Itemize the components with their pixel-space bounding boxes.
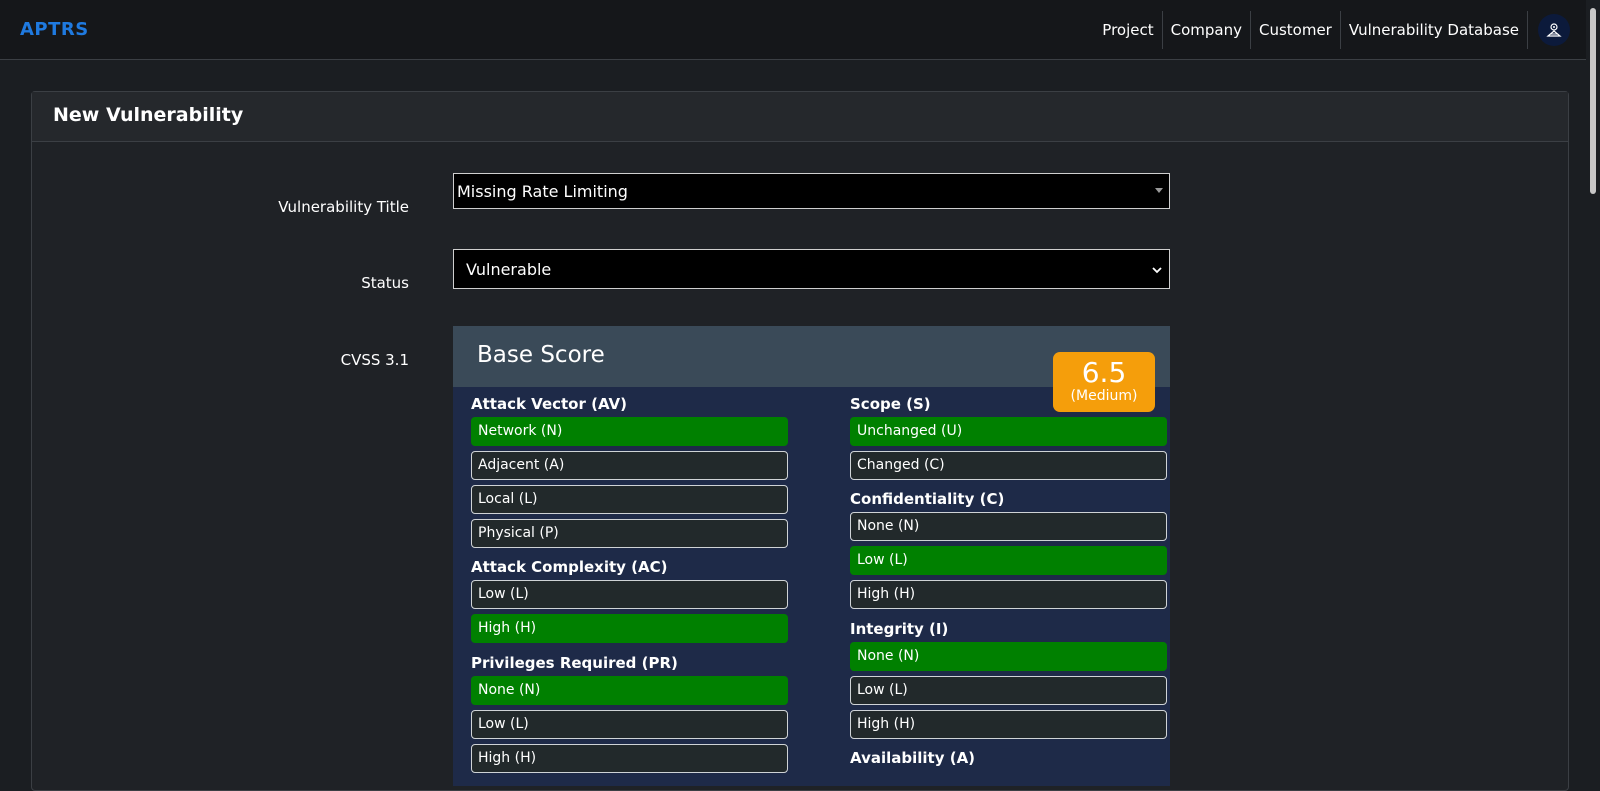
confidentiality-title: Confidentiality (C): [850, 490, 1005, 508]
c-option-low[interactable]: Low (L): [850, 546, 1167, 575]
integrity-title: Integrity (I): [850, 620, 949, 638]
brand-logo[interactable]: APTRS: [20, 19, 89, 40]
ac-option-high[interactable]: High (H): [471, 614, 788, 643]
top-navbar: APTRS Project Company Customer Vulnerabi…: [0, 0, 1586, 60]
scope-option-changed[interactable]: Changed (C): [850, 451, 1167, 480]
av-option-local[interactable]: Local (L): [471, 485, 788, 514]
attack-vector-title: Attack Vector (AV): [471, 395, 628, 413]
nav-item-vulnerability-database[interactable]: Vulnerability Database: [1341, 11, 1528, 49]
status-value: Vulnerable: [466, 260, 552, 279]
scope-option-unchanged[interactable]: Unchanged (U): [850, 417, 1167, 446]
user-avatar-icon[interactable]: [1538, 14, 1570, 46]
user-logo-icon: [1546, 23, 1562, 37]
dropdown-caret-icon: [1155, 188, 1163, 193]
score-value: 6.5: [1081, 356, 1127, 389]
nav-menu: Project Company Customer Vulnerability D…: [1094, 11, 1586, 49]
availability-title: Availability (A): [850, 749, 976, 767]
i-option-high[interactable]: High (H): [850, 710, 1167, 739]
page-scrollbar[interactable]: [1586, 0, 1600, 779]
nav-item-company[interactable]: Company: [1163, 11, 1251, 49]
score-badge: 6.5 (Medium): [1053, 352, 1155, 412]
cvss-calculator: Base Score 6.5 (Medium) Attack Vector (A…: [453, 326, 1170, 786]
score-severity: (Medium): [1070, 388, 1138, 404]
ac-option-low[interactable]: Low (L): [471, 580, 788, 609]
attack-complexity-title: Attack Complexity (AC): [471, 558, 668, 576]
vulnerability-title-select[interactable]: Missing Rate Limiting: [453, 173, 1170, 209]
scope-title: Scope (S): [850, 395, 931, 413]
card-title: New Vulnerability: [32, 92, 1568, 142]
scrollbar-thumb[interactable]: [1590, 8, 1596, 194]
privileges-required-title: Privileges Required (PR): [471, 654, 678, 672]
c-option-none[interactable]: None (N): [850, 512, 1167, 541]
status-select[interactable]: Vulnerable: [453, 249, 1170, 289]
cvss-label: CVSS 3.1: [340, 351, 409, 369]
i-option-low[interactable]: Low (L): [850, 676, 1167, 705]
vulnerability-title-value: Missing Rate Limiting: [457, 182, 628, 201]
nav-item-project[interactable]: Project: [1094, 11, 1163, 49]
av-option-network[interactable]: Network (N): [471, 417, 788, 446]
i-option-none[interactable]: None (N): [850, 642, 1167, 671]
status-label: Status: [361, 274, 409, 292]
pr-option-high[interactable]: High (H): [471, 744, 788, 773]
vulnerability-title-label: Vulnerability Title: [278, 198, 409, 216]
av-option-physical[interactable]: Physical (P): [471, 519, 788, 548]
pr-option-none[interactable]: None (N): [471, 676, 788, 705]
c-option-high[interactable]: High (H): [850, 580, 1167, 609]
av-option-adjacent[interactable]: Adjacent (A): [471, 451, 788, 480]
pr-option-low[interactable]: Low (L): [471, 710, 788, 739]
new-vulnerability-card: New Vulnerability Vulnerability Title Mi…: [31, 91, 1569, 791]
chevron-down-icon: [1152, 267, 1162, 274]
base-score-title: Base Score: [477, 342, 605, 368]
nav-item-customer[interactable]: Customer: [1251, 11, 1341, 49]
